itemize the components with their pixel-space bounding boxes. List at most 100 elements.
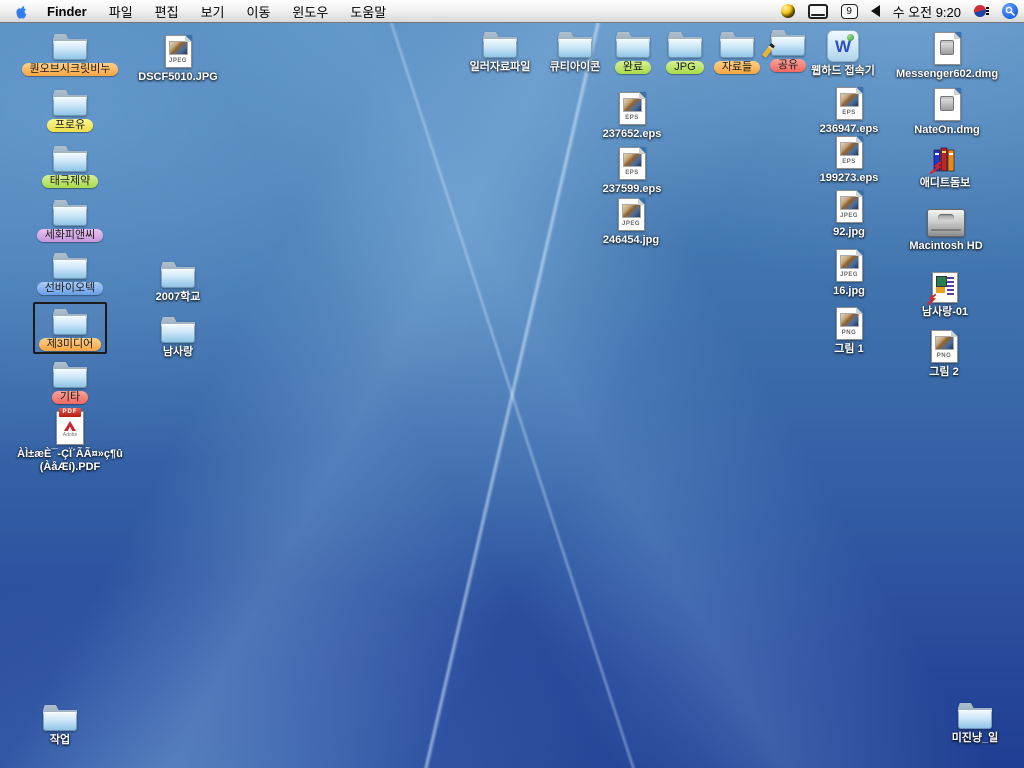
folder-icon bbox=[53, 362, 87, 388]
desktop-icon-folder[interactable]: 세화피앤씨 bbox=[10, 200, 130, 242]
desktop-icon-doc-alias[interactable]: 남사랑-01 bbox=[885, 272, 1005, 319]
app-menu-finder[interactable]: Finder bbox=[47, 4, 87, 19]
folder-icon bbox=[958, 703, 992, 729]
icon-label: 246454.jpg bbox=[603, 234, 659, 247]
desktop-icon-books-alias[interactable]: 애디트돔보 bbox=[885, 146, 1005, 190]
icon-label: 기타 bbox=[52, 391, 88, 404]
desktop-icon-folder[interactable]: 작업 bbox=[0, 705, 120, 747]
desktop-icon-folder-selected[interactable]: 제3미디어 bbox=[10, 302, 130, 354]
apple-menu-icon[interactable] bbox=[14, 4, 29, 19]
icon-label: 199273.eps bbox=[820, 172, 879, 185]
icon-label: Macintosh HD bbox=[909, 240, 982, 253]
jpeg-file-icon: JPEG bbox=[618, 198, 645, 231]
pencil-badge-icon bbox=[762, 43, 775, 58]
webhard-app-icon: W bbox=[827, 30, 859, 62]
desktop-icon-folder[interactable]: 기타 bbox=[10, 362, 130, 404]
icon-label: ÀÌ±æÈ¯-ÇÏ´ÃÃ¤»ç¶û (ÀåÆí).PDF bbox=[5, 448, 135, 474]
eps-file-icon: EPS bbox=[619, 92, 646, 125]
icon-label: 제3미디어 bbox=[39, 338, 102, 351]
icon-label: 작업 bbox=[50, 734, 70, 747]
icon-label: 선바이오텍 bbox=[37, 282, 104, 295]
menu-edit[interactable]: 편집 bbox=[155, 2, 179, 21]
menu-go[interactable]: 이동 bbox=[247, 2, 271, 21]
jpeg-file-icon: JPEG bbox=[836, 249, 863, 282]
icon-label: 프로유 bbox=[47, 119, 93, 132]
desktop-icon-jpeg-file[interactable]: JPEG 246454.jpg bbox=[571, 198, 691, 247]
eps-file-icon: EPS bbox=[619, 147, 646, 180]
hard-disk-icon bbox=[927, 209, 965, 237]
displays-menu-icon[interactable] bbox=[808, 4, 828, 19]
icon-label: 2007학교 bbox=[156, 291, 201, 304]
spotlight-icon[interactable] bbox=[1002, 3, 1018, 19]
icon-label: 그림 2 bbox=[929, 366, 958, 379]
disk-image-file-icon bbox=[934, 88, 961, 121]
icon-label: 92.jpg bbox=[833, 226, 865, 239]
menu-view[interactable]: 보기 bbox=[201, 2, 225, 21]
folder-icon bbox=[53, 253, 87, 279]
icon-label: DSCF5010.JPG bbox=[138, 71, 217, 84]
folder-icon bbox=[483, 32, 517, 58]
desktop-icon-jpeg-file[interactable]: JPEG DSCF5010.JPG bbox=[118, 35, 238, 84]
icon-label: 애디트돔보 bbox=[920, 177, 971, 190]
adobe-logo-icon bbox=[64, 421, 76, 431]
icon-label: 남사랑-01 bbox=[922, 306, 968, 319]
folder-icon bbox=[161, 317, 195, 343]
pdf-file-icon: PDF Adobe bbox=[56, 411, 84, 445]
eps-file-icon: EPS bbox=[836, 136, 863, 169]
folder-icon bbox=[53, 309, 87, 335]
disk-image-file-icon bbox=[934, 32, 961, 65]
volume-icon[interactable] bbox=[871, 5, 880, 17]
menu-help[interactable]: 도움말 bbox=[350, 2, 386, 21]
menu-clock[interactable]: 수 오전 9:20 bbox=[893, 2, 961, 21]
desktop-icon-eps-file[interactable]: EPS 237599.eps bbox=[572, 147, 692, 196]
folder-icon bbox=[53, 34, 87, 60]
desktop-icon-folder[interactable]: 퀀오브시크릿비누 bbox=[10, 34, 130, 76]
icon-label: 퀀오브시크릿비누 bbox=[22, 63, 119, 76]
icon-label: 237652.eps bbox=[603, 128, 662, 141]
folder-icon bbox=[53, 90, 87, 116]
document-alias-icon bbox=[932, 272, 958, 303]
eps-file-icon: EPS bbox=[836, 87, 863, 120]
icon-label: 237599.eps bbox=[603, 183, 662, 196]
icon-label: 236947.eps bbox=[820, 123, 879, 136]
desktop-icon-png-file[interactable]: PNG 그림 2 bbox=[884, 330, 1004, 379]
ichat-status-icon[interactable] bbox=[781, 4, 795, 18]
desktop-icon-folder[interactable]: 남사랑 bbox=[118, 317, 238, 359]
menu-file[interactable]: 파일 bbox=[109, 2, 133, 21]
desktop-icon-folder[interactable]: 선바이오텍 bbox=[10, 253, 130, 295]
icon-label: Messenger602.dmg bbox=[896, 68, 998, 81]
png-file-icon: PNG bbox=[836, 307, 863, 340]
folder-icon bbox=[53, 200, 87, 226]
input-menu-korean-flag-icon[interactable] bbox=[974, 4, 989, 18]
script-menu-9-icon[interactable]: 9 bbox=[841, 4, 858, 19]
desktop-icon-eps-file[interactable]: EPS 237652.eps bbox=[572, 92, 692, 141]
icon-label: NateOn.dmg bbox=[914, 124, 979, 137]
desktop-icon-dmg-file[interactable]: Messenger602.dmg bbox=[887, 32, 1007, 81]
icon-label: 태극제약 bbox=[42, 175, 98, 188]
desktop-icon-pdf-file[interactable]: PDF Adobe ÀÌ±æÈ¯-ÇÏ´ÃÃ¤»ç¶û (ÀåÆí).PDF bbox=[5, 411, 135, 474]
desktop-icon-folder[interactable]: 미진냥_일 bbox=[915, 703, 1024, 745]
jpeg-file-icon: JPEG bbox=[836, 190, 863, 223]
icon-label: 그림 1 bbox=[834, 343, 863, 356]
folder-icon bbox=[43, 705, 77, 731]
folder-icon bbox=[53, 146, 87, 172]
icon-label: 미진냥_일 bbox=[952, 732, 999, 745]
jpeg-file-icon: JPEG bbox=[165, 35, 192, 68]
menu-bar: Finder 파일 편집 보기 이동 윈도우 도움말 9 수 오전 9:20 bbox=[0, 0, 1024, 23]
books-icon bbox=[930, 146, 960, 174]
icon-label: 세화피앤씨 bbox=[37, 229, 104, 242]
desktop-wallpaper[interactable]: 퀀오브시크릿비누 프로유 태극제약 세화피앤씨 선바이오텍 제3미디어 기타 P… bbox=[0, 22, 1024, 768]
folder-icon bbox=[161, 262, 195, 288]
menu-window[interactable]: 윈도우 bbox=[292, 2, 328, 21]
desktop-icon-folder[interactable]: 프로유 bbox=[10, 90, 130, 132]
adobe-text: Adobe bbox=[63, 432, 77, 438]
pdf-banner: PDF bbox=[59, 408, 81, 417]
desktop-icon-macintosh-hd[interactable]: Macintosh HD bbox=[886, 209, 1006, 253]
desktop-icon-dmg-file[interactable]: NateOn.dmg bbox=[887, 88, 1007, 137]
desktop-icon-webhard-app[interactable]: W 웹하드 접속기 bbox=[783, 30, 903, 78]
desktop-icon-folder[interactable]: 태극제약 bbox=[10, 146, 130, 188]
icon-label: 남사랑 bbox=[163, 346, 193, 359]
icon-label: 16.jpg bbox=[833, 285, 865, 298]
selection-frame: 제3미디어 bbox=[33, 302, 108, 354]
desktop-icon-folder[interactable]: 2007학교 bbox=[118, 262, 238, 304]
